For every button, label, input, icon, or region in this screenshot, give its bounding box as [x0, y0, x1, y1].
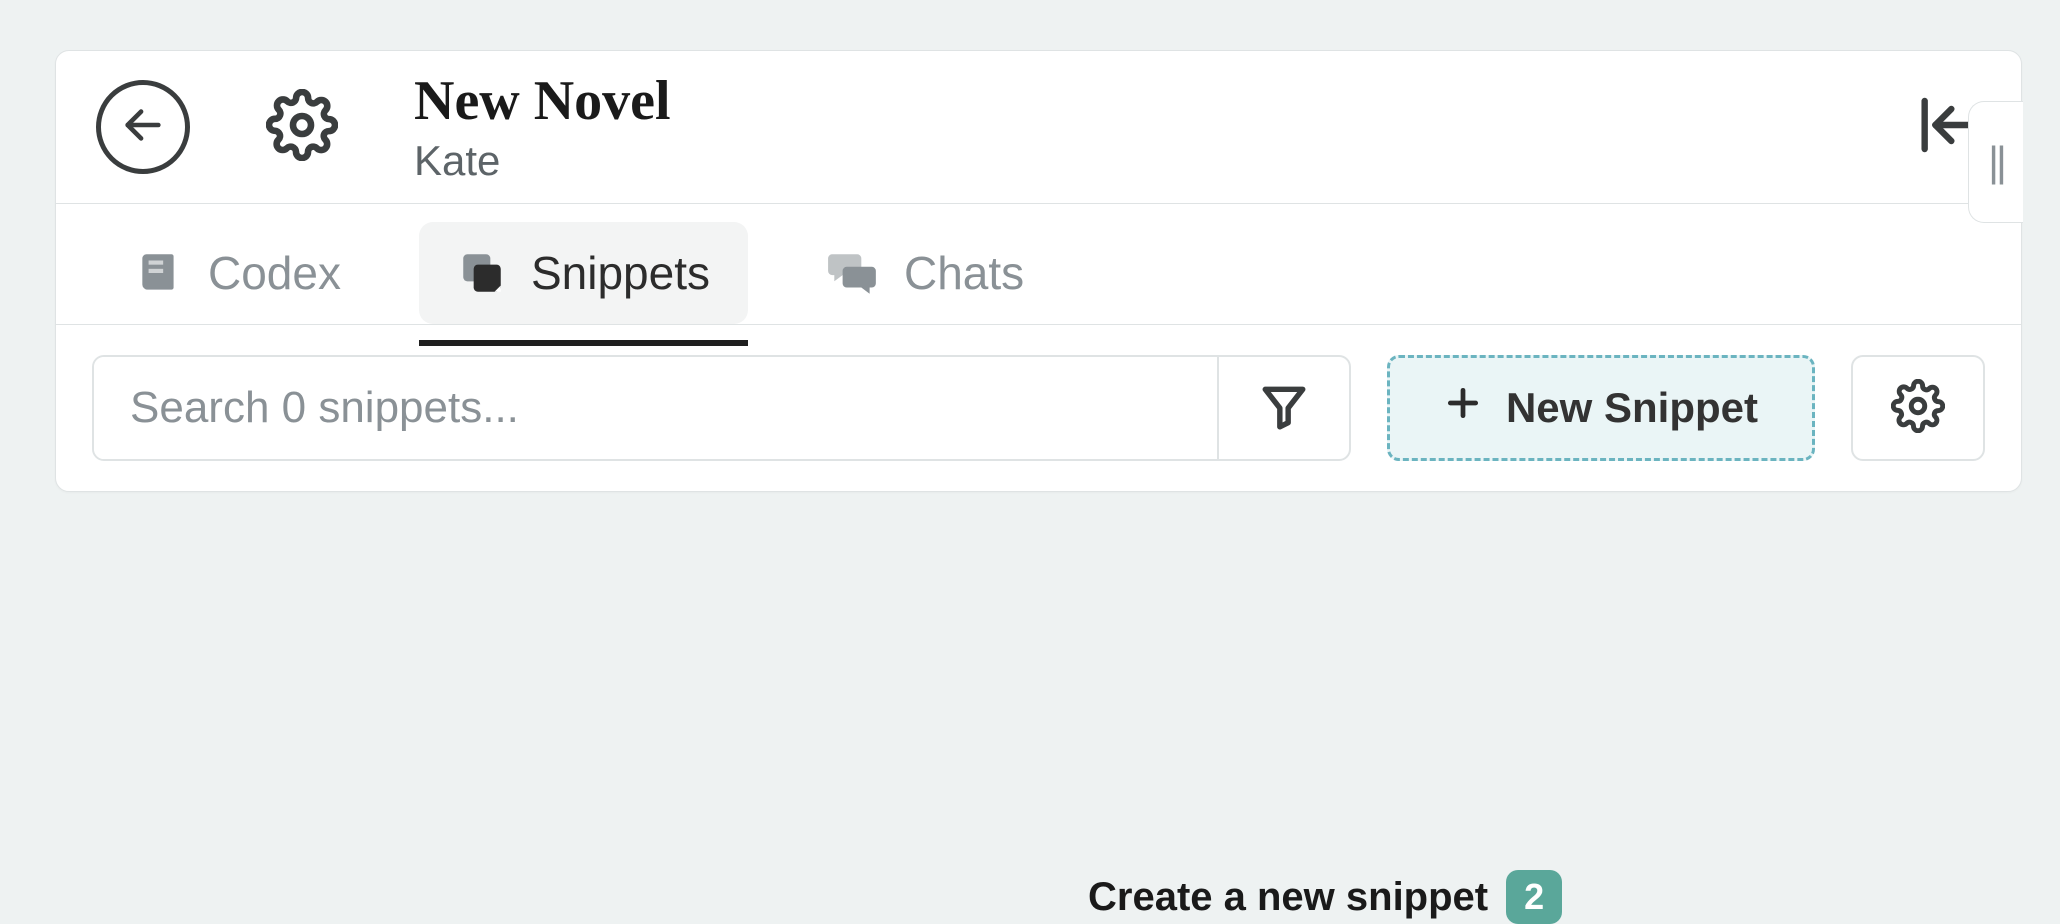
new-snippet-button[interactable]: New Snippet — [1387, 355, 1815, 461]
funnel-icon — [1259, 381, 1309, 436]
main-panel: New Novel Kate || Codex Snippets — [55, 50, 2022, 492]
right-drag-handle[interactable]: || — [1968, 101, 2023, 223]
book-icon — [134, 248, 184, 298]
search-input[interactable] — [94, 357, 1217, 459]
tab-chats[interactable]: Chats — [788, 222, 1062, 324]
gear-icon — [1891, 379, 1945, 438]
tab-snippets[interactable]: Snippets — [419, 222, 748, 324]
hint-text: Create a new snippet — [1088, 875, 1488, 920]
snippets-icon — [457, 248, 507, 298]
arrow-left-icon — [120, 102, 166, 153]
author-name: Kate — [414, 137, 671, 185]
tab-codex[interactable]: Codex — [96, 222, 379, 324]
tab-label: Snippets — [531, 246, 710, 300]
chat-icon — [826, 248, 880, 298]
toolbar: New Snippet — [56, 325, 2021, 491]
grip-icon: || — [1988, 138, 2004, 186]
filter-button[interactable] — [1217, 357, 1349, 459]
gear-icon — [266, 89, 338, 166]
tab-label: Chats — [904, 246, 1024, 300]
back-button[interactable] — [96, 80, 190, 174]
onboarding-hint: Create a new snippet 2 — [1088, 870, 1562, 924]
tabs: Codex Snippets Chats — [56, 204, 2021, 325]
snippet-settings-button[interactable] — [1851, 355, 1985, 461]
project-title: New Novel — [414, 69, 671, 133]
tab-label: Codex — [208, 246, 341, 300]
search-group — [92, 355, 1351, 461]
project-titles: New Novel Kate — [414, 69, 671, 185]
header: New Novel Kate || — [56, 51, 2021, 204]
plus-icon — [1444, 384, 1482, 432]
step-badge: 2 — [1506, 870, 1562, 924]
new-snippet-label: New Snippet — [1506, 384, 1758, 432]
project-settings-button[interactable] — [260, 85, 344, 169]
